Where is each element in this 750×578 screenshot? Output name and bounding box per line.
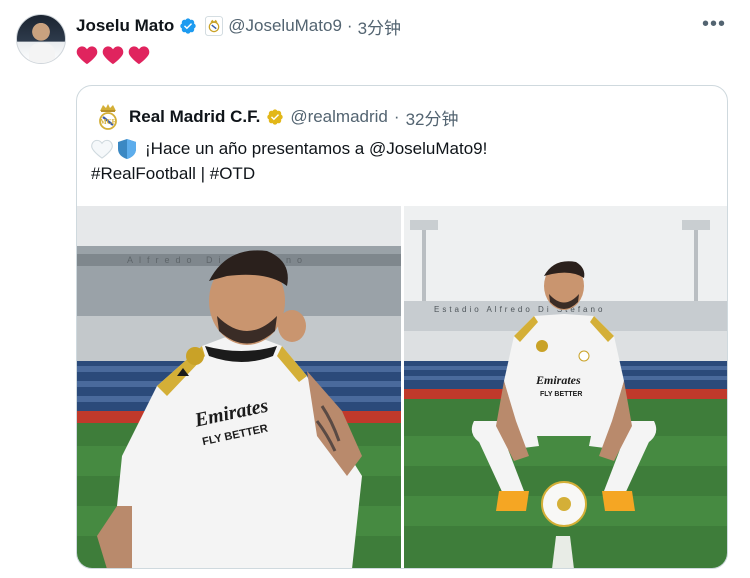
more-options-button[interactable]: •••	[702, 14, 726, 34]
quoted-text-line-1: ¡Hace un año presentamos a @JoseluMato9!	[145, 139, 488, 158]
media-grid: Alfredo Di Stefano Emirates FLY BETTER E…	[77, 206, 727, 568]
separator-dot: ·	[393, 107, 400, 126]
real-madrid-affiliate-badge-icon	[205, 16, 224, 36]
author-name[interactable]: Joselu Mato	[76, 16, 174, 36]
gold-verified-badge-icon	[267, 109, 283, 125]
separator-dot: ·	[346, 16, 353, 35]
white-heart-emoji-icon	[91, 139, 113, 159]
svg-text:MCF: MCF	[100, 118, 116, 126]
quoted-tweet-text: ¡Hace un año presentamos a @JoseluMato9!…	[91, 136, 487, 186]
tweet-header: Joselu Mato @JoseluMato9 · 3分钟	[76, 14, 401, 39]
media-photo-1[interactable]: Alfredo Di Stefano Emirates FLY BETTER	[77, 206, 401, 568]
tweet-timestamp[interactable]: 3分钟	[358, 14, 401, 39]
author-avatar[interactable]	[16, 14, 66, 64]
shirt-sponsor-text: Emirates	[535, 373, 581, 387]
quoted-tweet-header: MCF Real Madrid C.F. @realmadrid · 32分钟	[97, 103, 458, 131]
red-heart-emoji-icon	[128, 46, 150, 65]
shirt-tagline-text: FLY BETTER	[540, 391, 582, 398]
stadium-sign: Estadio Alfredo Di Stefano	[434, 305, 605, 314]
blue-shield-emoji-icon	[118, 138, 136, 159]
quoted-timestamp[interactable]: 32分钟	[406, 105, 459, 130]
quoted-author-name[interactable]: Real Madrid C.F.	[129, 107, 260, 127]
verified-badge-icon	[180, 18, 196, 34]
quoted-text-line-2: #RealFootball | #OTD	[91, 164, 256, 183]
quoted-tweet-card[interactable]: MCF Real Madrid C.F. @realmadrid · 32分钟 …	[76, 85, 728, 569]
author-handle[interactable]: @JoseluMato9	[228, 16, 342, 36]
media-photo-2[interactable]: Estadio Alfredo Di Stefano Emirates FLY …	[404, 206, 727, 568]
red-heart-emoji-icon	[76, 46, 98, 65]
real-madrid-crest-icon[interactable]: MCF	[97, 103, 119, 131]
tweet-body	[76, 45, 150, 65]
red-heart-emoji-icon	[102, 46, 124, 65]
quoted-author-handle[interactable]: @realmadrid	[290, 107, 388, 127]
